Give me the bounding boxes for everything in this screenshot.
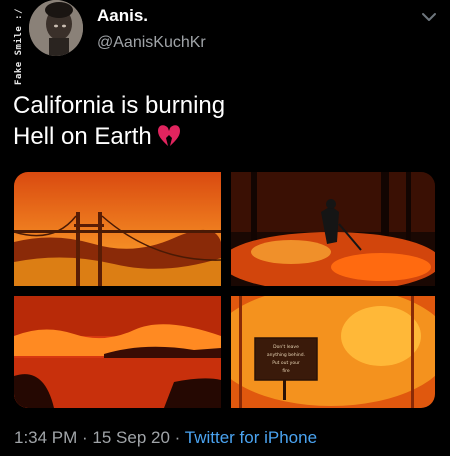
firefighter-photo[interactable] xyxy=(231,172,435,286)
broken-heart-icon xyxy=(157,125,180,146)
tweet-line-2-text: Hell on Earth xyxy=(13,123,152,150)
avatar-banner-text: Fake Smile :/ xyxy=(14,8,24,85)
sign-text-line-1: Don't leave xyxy=(273,344,299,350)
tweet-line-1: California is burning xyxy=(13,92,226,119)
photo-grid: Don't leave anything behind. Put out you… xyxy=(14,172,435,408)
chevron-down-icon[interactable] xyxy=(420,8,438,26)
tweet-meta: 1:34 PM · 15 Sep 20 · Twitter for iPhone xyxy=(14,428,317,448)
lake-fire-photo[interactable] xyxy=(14,296,221,408)
meta-separator-2: · xyxy=(169,428,185,447)
author-handle[interactable]: @AanisKuchKr xyxy=(97,34,206,52)
author-avatar-area[interactable]: Fake Smile :/ xyxy=(0,0,83,85)
bridge-fire-photo[interactable] xyxy=(14,172,221,286)
sign-text-line-4: fire xyxy=(282,368,290,374)
sign-text-line-3: Put out your xyxy=(272,360,300,366)
tweet: Fake Smile :/ Aanis. @AanisKuchKr Califo… xyxy=(0,0,450,456)
author-name[interactable]: Aanis. xyxy=(97,6,148,26)
sign-text-line-2: anything behind. xyxy=(267,352,305,358)
forest-sign-fire-photo[interactable]: Don't leave anything behind. Put out you… xyxy=(231,296,435,408)
avatar[interactable] xyxy=(29,0,83,56)
tweet-line-2: Hell on Earth xyxy=(13,121,433,152)
tweet-time: 1:34 PM xyxy=(14,428,78,447)
tweet-text: California is burning Hell on Earth xyxy=(13,90,433,152)
avatar-portrait-icon xyxy=(29,0,83,56)
tweet-source-link[interactable]: Twitter for iPhone xyxy=(185,428,317,447)
meta-separator: · xyxy=(77,428,93,447)
tweet-date[interactable]: 15 Sep 20 xyxy=(92,428,170,447)
